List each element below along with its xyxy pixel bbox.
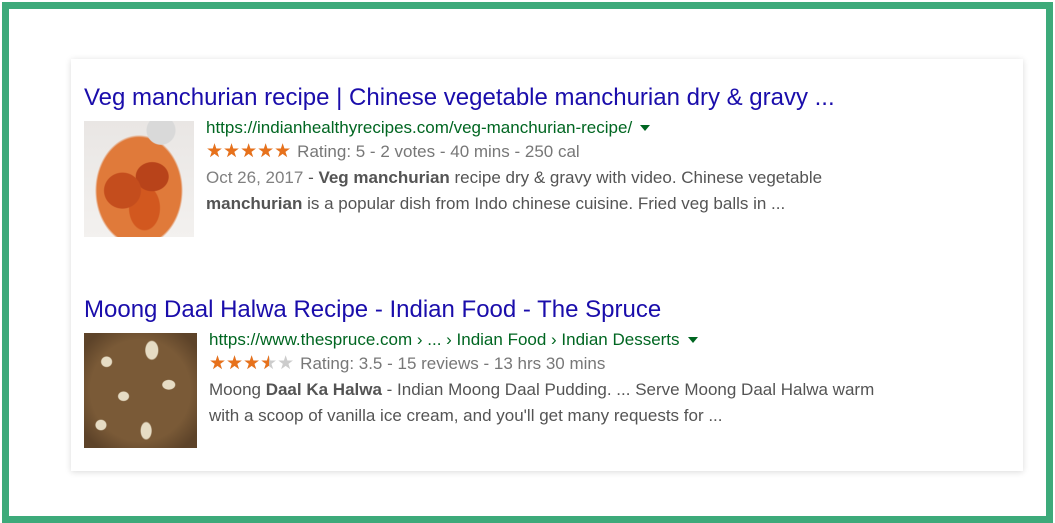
result-title-link[interactable]: Moong Daal Halwa Recipe - Indian Food - … (84, 295, 874, 325)
snippet-text: is a popular dish from Indo chinese cuis… (302, 194, 786, 213)
result-details: https://www.thespruce.com › ... › Indian… (209, 329, 874, 448)
snippet-bold: Veg (318, 168, 354, 187)
dropdown-arrow-icon[interactable] (640, 125, 651, 131)
frame-border: Veg manchurian recipe | Chinese vegetabl… (2, 2, 1053, 523)
search-result: Veg manchurian recipe | Chinese vegetabl… (84, 83, 835, 237)
veg-manchurian-dish-image[interactable] (84, 121, 194, 237)
result-body: https://indianhealthyrecipes.com/veg-man… (84, 117, 835, 237)
rating-row: ★★★★★ ★★★★★ Rating: 5 - 2 votes - 40 min… (206, 141, 822, 163)
result-snippet: Oct 26, 2017 - Veg manchurian recipe dry… (206, 165, 822, 217)
snippet-bold: manchurian (206, 194, 303, 213)
url-row: https://indianhealthyrecipes.com/veg-man… (206, 117, 822, 139)
snippet-text: - Indian Moong Daal Pudding. ... Serve M… (381, 380, 875, 399)
snippet-bold: Daal Ka Halwa (265, 380, 382, 399)
result-title-link[interactable]: Veg manchurian recipe | Chinese vegetabl… (84, 83, 835, 113)
result-url[interactable]: https://indianhealthyrecipes.com/veg-man… (206, 117, 632, 139)
dropdown-arrow-icon[interactable] (687, 337, 698, 343)
snippet-bold: manchurian (353, 168, 450, 187)
snippet-text: recipe dry & gravy with video. Chinese v… (449, 168, 823, 187)
moong-daal-halwa-image[interactable] (84, 333, 197, 448)
star-rating-icon: ★★★★★ ★★★★★ (206, 141, 292, 162)
rating-row: ★★★★★ ★★★★★ Rating: 3.5 - 15 reviews - 1… (209, 353, 874, 375)
result-details: https://indianhealthyrecipes.com/veg-man… (206, 117, 822, 237)
rating-text: Rating: 5 - 2 votes - 40 mins - 250 cal (297, 142, 580, 161)
result-snippet: Moong Daal Ka Halwa - Indian Moong Daal … (209, 377, 874, 429)
url-row: https://www.thespruce.com › ... › Indian… (209, 329, 874, 351)
search-result: Moong Daal Halwa Recipe - Indian Food - … (84, 295, 874, 448)
snippet-text: with a scoop of vanilla ice cream, and y… (209, 406, 723, 425)
star-rating-icon: ★★★★★ ★★★★★ (209, 353, 295, 374)
snippet-date: Oct 26, 2017 (206, 168, 304, 187)
rating-text: Rating: 3.5 - 15 reviews - 13 hrs 30 min… (300, 354, 606, 373)
result-url[interactable]: https://www.thespruce.com › ... › Indian… (209, 329, 680, 351)
result-body: https://www.thespruce.com › ... › Indian… (84, 329, 874, 448)
search-results-card: Veg manchurian recipe | Chinese vegetabl… (71, 59, 1023, 471)
snippet-text: Moong (209, 380, 266, 399)
snippet-separator: - (303, 168, 319, 187)
